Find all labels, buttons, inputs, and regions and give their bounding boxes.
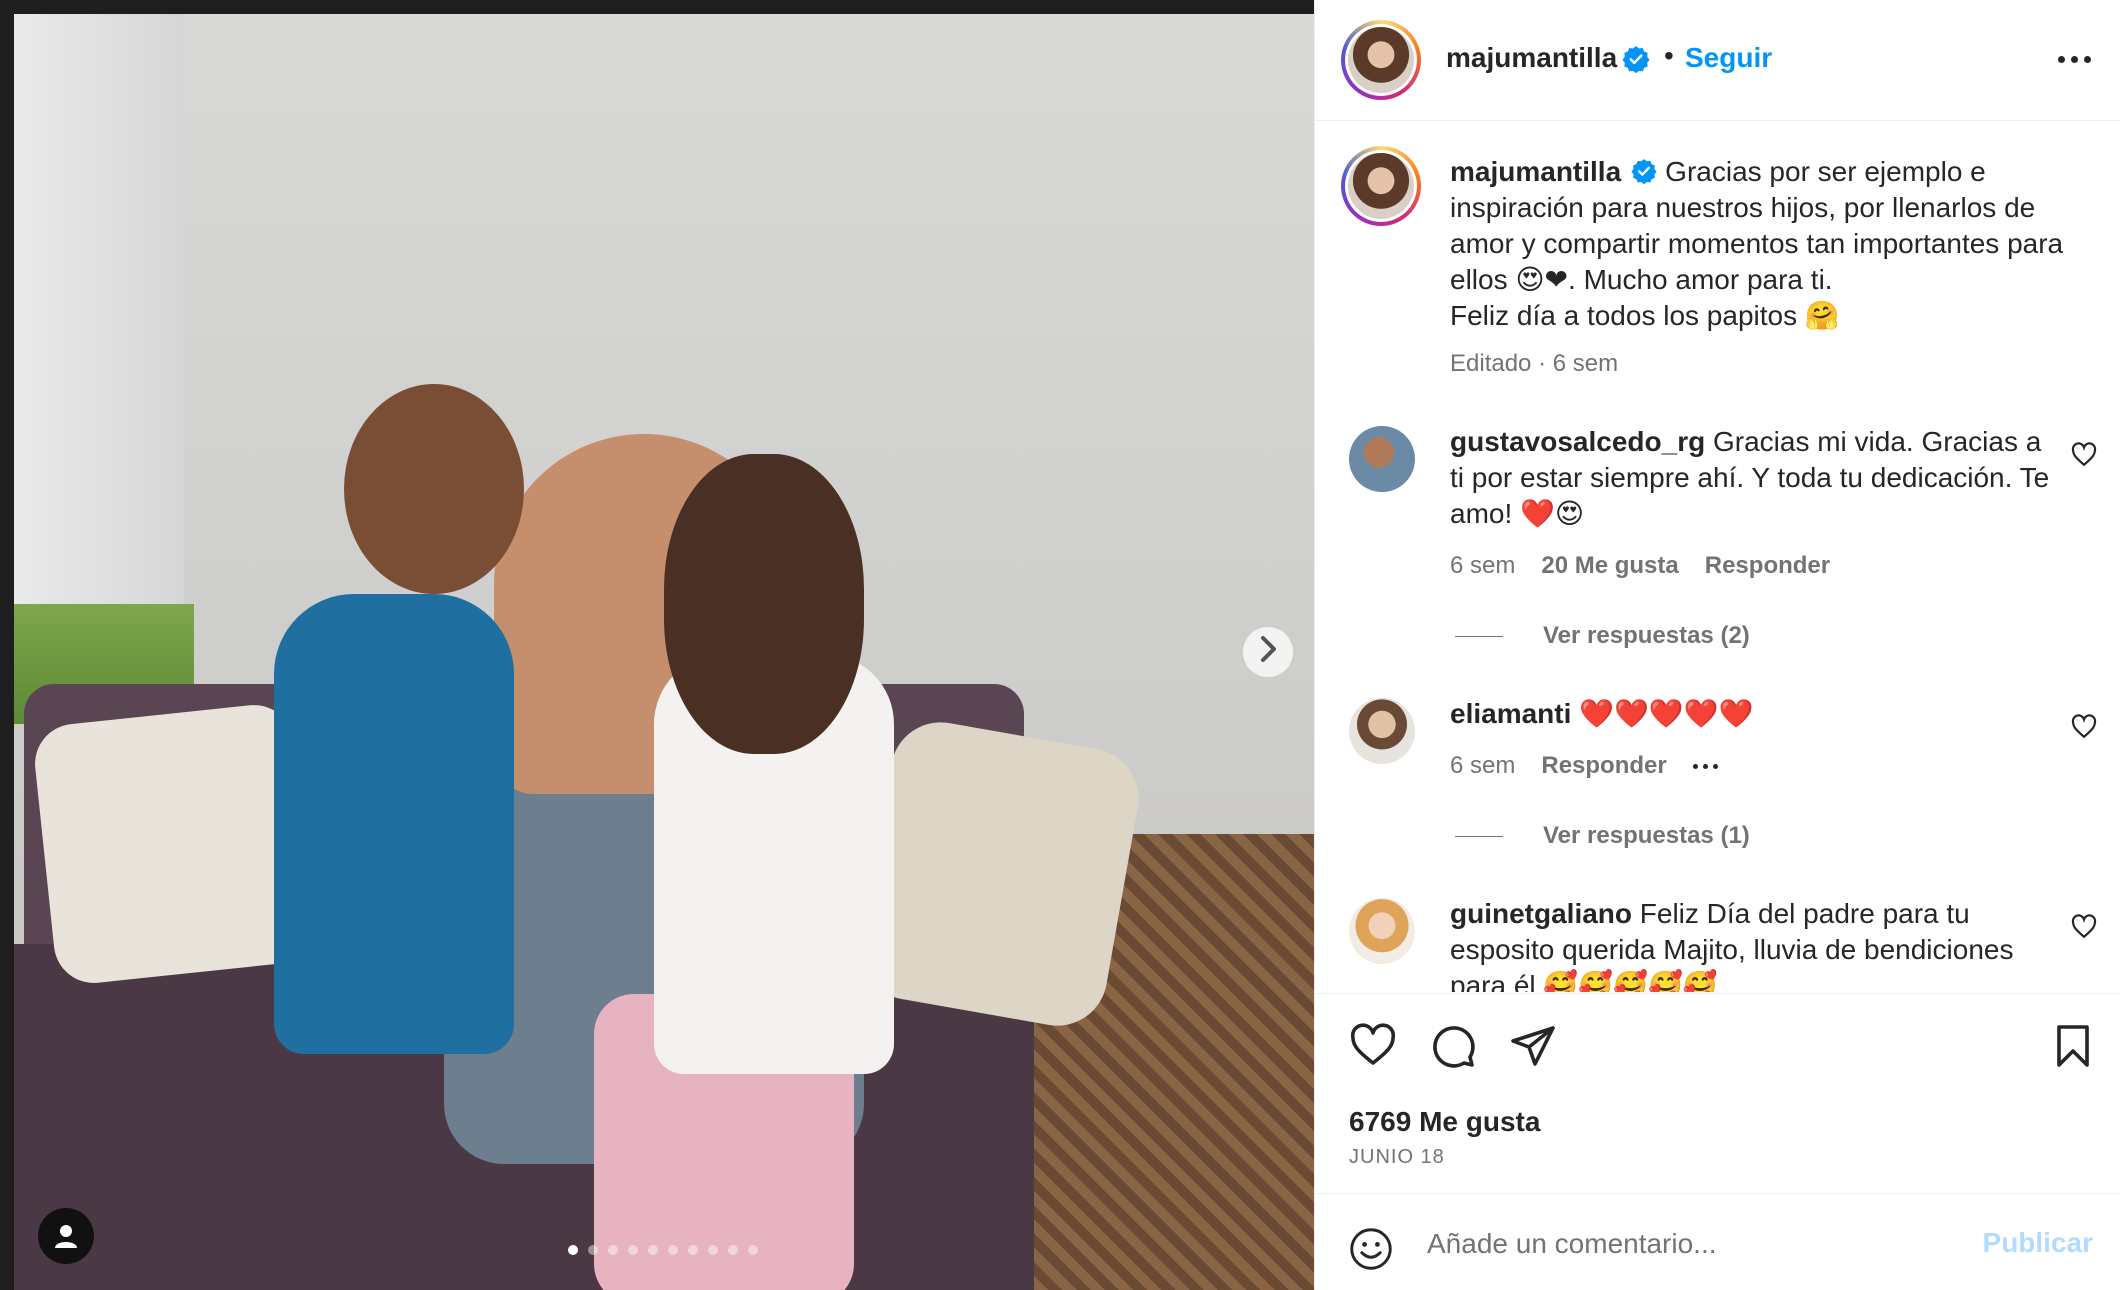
view-replies-label: Ver respuestas (1) (1543, 822, 1750, 849)
comment-like-heart-icon[interactable] (2071, 442, 2097, 468)
tagged-users-button[interactable] (38, 1208, 94, 1264)
photo-image (14, 14, 1314, 1290)
user-tag-icon (55, 1225, 77, 1248)
verified-icon (1622, 46, 1650, 73)
comment-input[interactable] (1427, 1224, 1927, 1264)
carousel-dot (588, 1245, 598, 1255)
caption-text-2: Feliz día a todos los papitos 🤗 (1450, 300, 1840, 331)
carousel-dot (728, 1245, 738, 1255)
carousel-indicator (568, 1245, 758, 1255)
likes-count[interactable]: 6769 Me gusta (1349, 1106, 1540, 1138)
photo-wall (14, 14, 184, 674)
comment-avatar[interactable] (1349, 426, 1415, 492)
post-date: JUNIO 18 (1349, 1146, 1445, 1168)
caption-avatar[interactable] (1341, 146, 1421, 226)
comment-time: 6 sem (1450, 752, 1516, 779)
publish-button[interactable]: Publicar (1983, 1227, 2093, 1259)
share-icon[interactable] (1509, 1022, 1557, 1070)
caption-body: majumantilla Gracias por ser ejemplo e i… (1450, 154, 2090, 334)
view-replies-button[interactable]: Ver respuestas (2) (1455, 622, 1750, 650)
post-photo[interactable] (0, 0, 1314, 1290)
comment-meta: 6 sem Responder (1450, 752, 1718, 780)
caption-username[interactable]: majumantilla (1450, 156, 1621, 187)
post-header: majumantilla • Seguir (1315, 0, 2120, 121)
comment-time: 6 sem (1450, 552, 1516, 579)
follow-button[interactable]: Seguir (1685, 42, 1772, 74)
comment-username[interactable]: gustavosalcedo_rg (1450, 426, 1705, 457)
add-comment-bar: Publicar (1315, 1193, 2120, 1290)
more-icon[interactable] (2058, 56, 2091, 63)
heart-icon[interactable] (1349, 1022, 1397, 1070)
verified-icon (1631, 158, 1657, 184)
comments-list[interactable]: majumantilla Gracias por ser ejemplo e i… (1315, 122, 2120, 992)
carousel-dot (708, 1245, 718, 1255)
comment-like-heart-icon[interactable] (2071, 714, 2097, 740)
comment-username[interactable]: eliamanti (1450, 698, 1571, 729)
comment-icon[interactable] (1429, 1022, 1477, 1070)
photo-pillow-right (851, 714, 1147, 1034)
comment-username[interactable]: guinetgaliano (1450, 898, 1632, 929)
photo-boy (274, 594, 514, 1054)
comment-text: ❤️❤️❤️❤️❤️ (1579, 698, 1754, 729)
comment-meta: 6 sem 20 Me gusta Responder (1450, 552, 1830, 580)
reply-button[interactable]: Responder (1541, 752, 1666, 780)
carousel-dot (648, 1245, 658, 1255)
comment-avatar[interactable] (1349, 698, 1415, 764)
carousel-dot (568, 1245, 578, 1255)
carousel-dot (608, 1245, 618, 1255)
post-actions: 6769 Me gusta JUNIO 18 (1315, 993, 2120, 1193)
carousel-dot (668, 1245, 678, 1255)
header-separator: • (1664, 40, 1674, 71)
view-replies-label: Ver respuestas (2) (1543, 622, 1750, 649)
post-side-panel: majumantilla • Seguir majumantilla Graci… (1314, 0, 2120, 1290)
photo-girl-head (664, 454, 864, 754)
comment-like-heart-icon[interactable] (2071, 914, 2097, 940)
emoji-icon[interactable] (1349, 1227, 1393, 1271)
carousel-dot (688, 1245, 698, 1255)
next-arrow-icon (1261, 636, 1276, 662)
comment-likes[interactable]: 20 Me gusta (1541, 552, 1678, 580)
comment-more-icon[interactable] (1692, 763, 1718, 769)
author-username[interactable]: majumantilla (1446, 42, 1617, 74)
bookmark-icon[interactable] (2049, 1022, 2097, 1070)
carousel-dot (748, 1245, 758, 1255)
comment-avatar[interactable] (1349, 898, 1415, 964)
carousel-dot (628, 1245, 638, 1255)
reply-button[interactable]: Responder (1705, 552, 1830, 580)
view-replies-button[interactable]: Ver respuestas (1) (1455, 822, 1750, 850)
next-photo-button[interactable] (1243, 627, 1293, 677)
caption-meta: Editado · 6 sem (1450, 350, 1619, 377)
photo-boy-head (344, 384, 524, 594)
author-avatar[interactable] (1341, 20, 1421, 100)
